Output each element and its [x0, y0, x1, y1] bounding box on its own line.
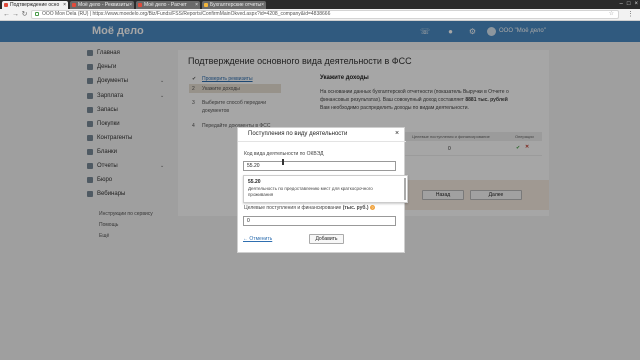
okved-input[interactable]: 55.20 [243, 161, 396, 171]
close-tab-icon[interactable]: × [261, 1, 264, 9]
close-window-icon[interactable]: × [634, 0, 638, 9]
browser-menu-icon[interactable]: ⋮ [627, 10, 634, 19]
browser-tab-bar: Подтверждение осно × Моё дело - Реквизит… [0, 0, 640, 9]
income-modal: Поступления по виду деятельности × Код в… [237, 127, 408, 253]
tab-label: Моё дело - Расчет [144, 2, 187, 8]
back-arrow-icon[interactable]: ← [2, 10, 11, 19]
okved-suggestion[interactable]: 55.20 Деятельность по предоставлению мес… [243, 175, 408, 203]
url-input[interactable]: ООО Моя Dela (RU) | https://www.moedelo.… [31, 10, 619, 19]
add-button[interactable]: Добавить [309, 234, 344, 244]
help-icon[interactable]: ? [369, 205, 375, 211]
reload-icon[interactable]: ↻ [20, 10, 29, 19]
tab-label: Бухгалтерские отчеты [210, 2, 262, 8]
screen: Подтверждение осно × Моё дело - Реквизит… [0, 0, 640, 360]
maximize-icon[interactable]: □ [627, 0, 631, 9]
modal-title: Поступления по виду деятельности [248, 131, 348, 137]
divider [238, 141, 406, 142]
minimize-icon[interactable]: – [620, 0, 623, 9]
browser-tab-2[interactable]: Моё дело - Реквизиты × [70, 1, 134, 9]
lock-icon [35, 12, 39, 16]
suggestion-description: Деятельность по предоставлению мест для … [248, 186, 373, 197]
url-text: ООО Моя Dela (RU) | https://www.moedelo.… [42, 11, 331, 17]
forward-arrow-icon[interactable]: → [11, 10, 20, 19]
tab-label: Подтверждение осно [10, 2, 60, 8]
close-icon[interactable]: × [395, 130, 399, 137]
okved-label: Код вида деятельности по ОКВЭД [244, 151, 324, 157]
browser-tab-4[interactable]: Бухгалтерские отчеты × [202, 1, 266, 9]
window-controls: – □ × [620, 0, 638, 9]
tab-label: Моё дело - Реквизиты [78, 2, 130, 8]
target-input[interactable]: 0 [243, 216, 396, 226]
favicon-icon [138, 3, 142, 7]
cancel-link[interactable]: ← Отменить [243, 236, 272, 242]
target-label: Целевые поступления и финансирование [244, 205, 342, 211]
bookmark-star-icon[interactable]: ☆ [609, 11, 614, 18]
browser-tab-3[interactable]: Моё дело - Расчет × [136, 1, 200, 9]
suggestion-code: 55.20 [248, 179, 261, 185]
favicon-icon [4, 3, 8, 7]
browser-tab-1[interactable]: Подтверждение осно × [2, 1, 68, 9]
browser-address-bar: ← → ↻ ООО Моя Dela (RU) | https://www.mo… [0, 9, 640, 21]
target-unit: (тыс. руб.) [342, 205, 369, 211]
favicon-icon [204, 3, 208, 7]
close-tab-icon[interactable]: × [63, 1, 66, 9]
close-tab-icon[interactable]: × [195, 1, 198, 9]
scrollbar[interactable] [404, 178, 406, 200]
close-tab-icon[interactable]: × [129, 1, 132, 9]
favicon-icon [72, 3, 76, 7]
text-cursor-icon [282, 159, 284, 165]
target-label-line: Целевые поступления и финансирование (ты… [244, 205, 375, 211]
